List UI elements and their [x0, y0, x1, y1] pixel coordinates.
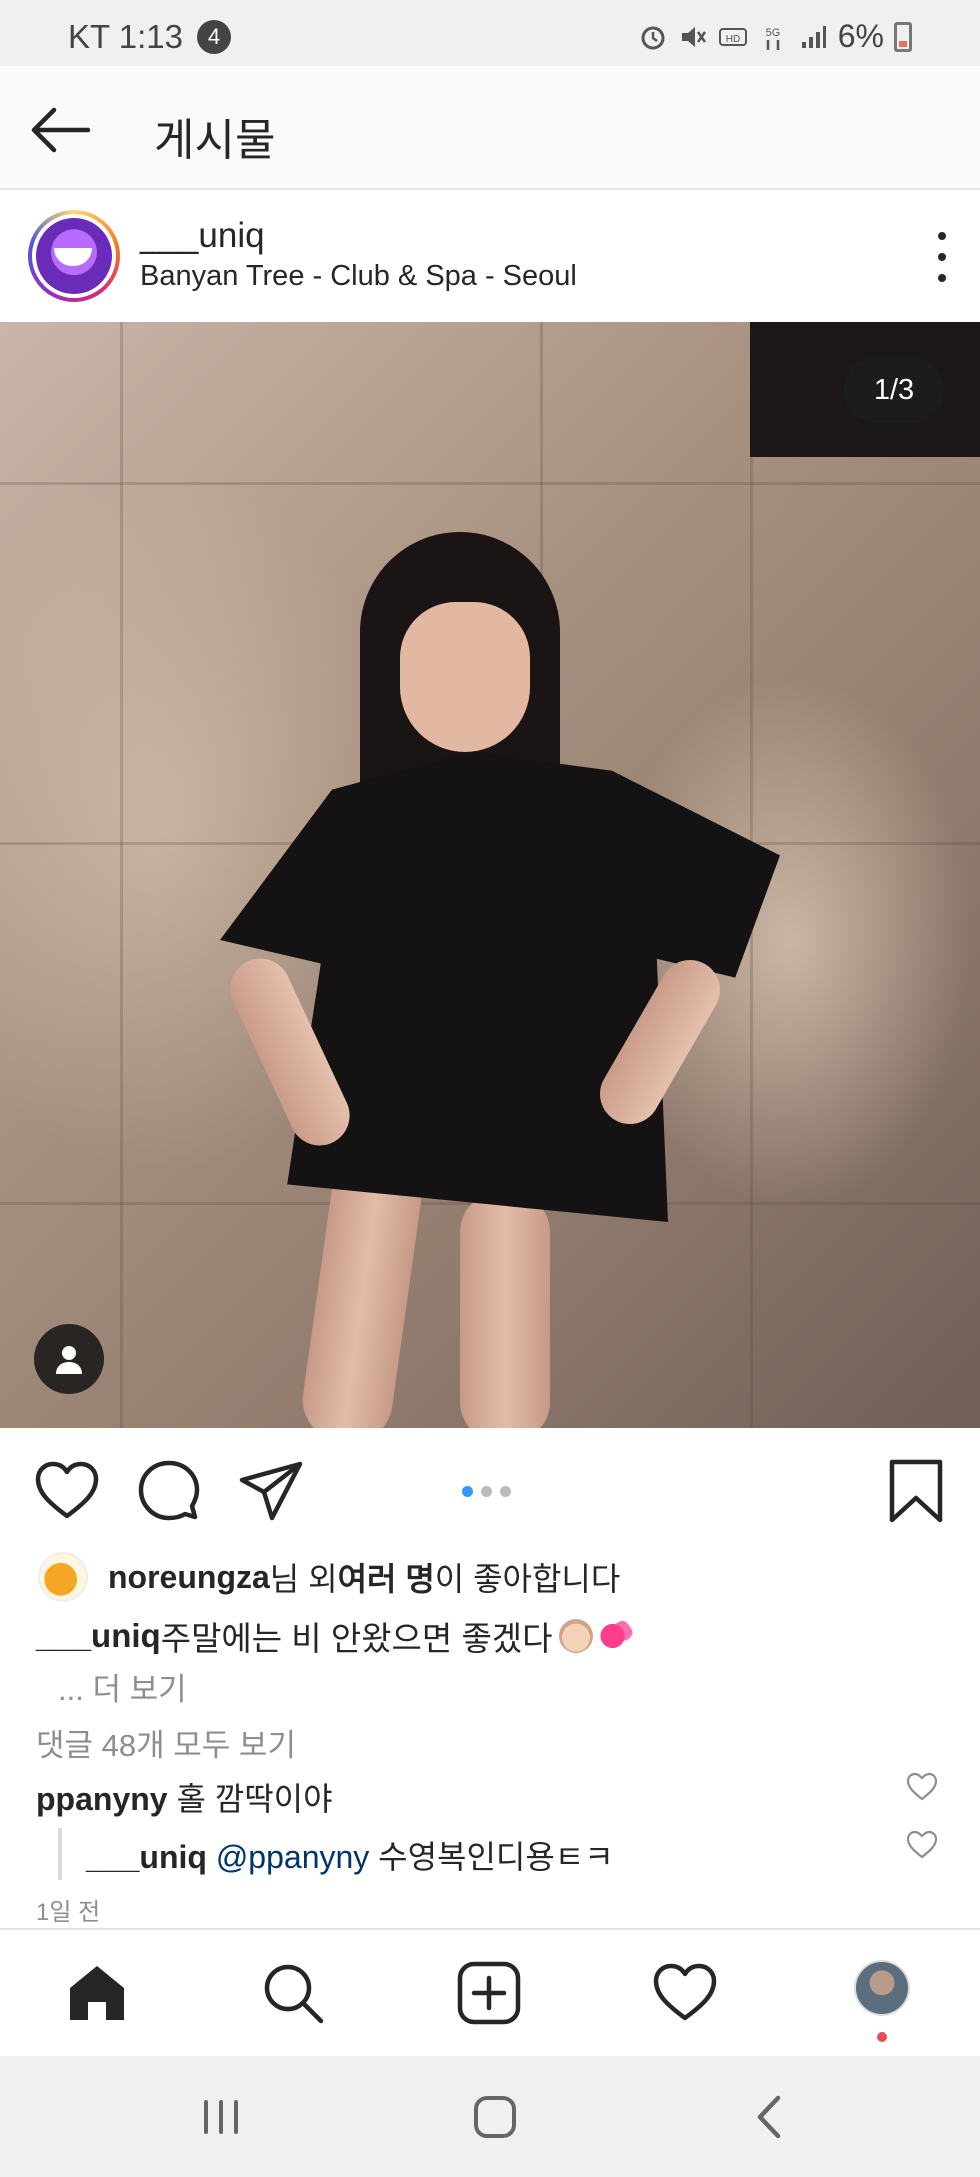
- status-right: HD 5G 6%: [638, 18, 912, 55]
- post-caption: ___uniq 주말에는 비 안왔으면 좋겠다: [36, 1612, 633, 1660]
- system-nav-bar: [0, 2056, 980, 2177]
- app-header: 게시물: [0, 66, 980, 190]
- battery-icon: [894, 21, 912, 52]
- heart-icon[interactable]: [34, 1458, 100, 1524]
- carousel-dot-1: [462, 1486, 473, 1497]
- more-options-icon[interactable]: [932, 232, 952, 282]
- likes-mid-text: 님 외: [269, 1561, 338, 1597]
- arrow-left-icon[interactable]: [28, 102, 92, 158]
- comment-icon[interactable]: [136, 1458, 202, 1524]
- image-counter-badge: 1/3: [844, 357, 944, 423]
- likes-suffix: 이 좋아합니다: [434, 1561, 621, 1597]
- author-avatar[interactable]: [28, 210, 120, 302]
- send-icon[interactable]: [238, 1458, 304, 1524]
- new-post-icon[interactable]: [456, 1960, 522, 2026]
- 5g-icon: 5G: [765, 27, 780, 50]
- reply-username[interactable]: ___uniq: [86, 1839, 207, 1875]
- caption-text: 주말에는 비 안왔으면 좋겠다: [160, 1620, 553, 1657]
- reply-mention[interactable]: @ppanyny: [216, 1839, 369, 1875]
- caption-username[interactable]: ___uniq: [36, 1617, 161, 1655]
- post-header: ___uniq Banyan Tree - Club & Spa - Seoul: [0, 192, 980, 322]
- comment-username[interactable]: ppanyny: [36, 1781, 168, 1817]
- carrier-time: KT 1:13: [68, 18, 183, 55]
- reply-text: 수영복인디용ㅌㅋ: [369, 1839, 614, 1875]
- profile-notification-dot: [877, 2032, 887, 2042]
- page-title: 게시물: [154, 115, 276, 166]
- caption-more-link[interactable]: ... 더 보기: [58, 1664, 187, 1709]
- post-actions: [0, 1428, 980, 1548]
- post-timestamp: 1일 전: [36, 1899, 101, 1926]
- alarm-icon: [641, 26, 665, 49]
- comment-item: ppanyny 홀 깜딱이야: [36, 1774, 333, 1820]
- carousel-indicator: [462, 1486, 511, 1497]
- comment-text: 홀 깜딱이야: [167, 1781, 333, 1817]
- likes-summary[interactable]: noreungza 님 외 여러 명이 좋아합니다: [38, 1552, 620, 1602]
- comment-like-heart-icon[interactable]: [906, 1772, 938, 1802]
- activity-heart-icon[interactable]: [652, 1960, 718, 2026]
- home-icon[interactable]: [64, 1960, 130, 2026]
- recent-apps-icon[interactable]: [196, 2094, 246, 2140]
- system-back-icon[interactable]: [746, 2094, 796, 2140]
- post-image[interactable]: 1/3: [0, 322, 980, 1428]
- author-username[interactable]: ___uniq: [140, 216, 265, 256]
- svg-text:HD: HD: [726, 34, 740, 45]
- user-tag-icon[interactable]: [34, 1324, 104, 1394]
- profile-avatar[interactable]: [854, 1960, 910, 2016]
- post-location[interactable]: Banyan Tree - Club & Spa - Seoul: [140, 260, 577, 293]
- status-bar: KT 1:13 4 HD 5G 6%: [0, 0, 980, 66]
- tongue-logo-icon: [36, 218, 112, 294]
- battery-percent: 6%: [837, 18, 884, 54]
- carousel-dot-2: [481, 1486, 492, 1497]
- status-left: KT 1:13 4: [68, 18, 231, 56]
- reply-like-heart-icon[interactable]: [906, 1830, 938, 1860]
- hd-icon: HD: [718, 27, 747, 46]
- likes-others-link[interactable]: 여러 명: [338, 1554, 435, 1600]
- bottom-nav: [0, 1928, 980, 2056]
- bookmark-icon[interactable]: [888, 1458, 944, 1524]
- svg-text:5G: 5G: [765, 27, 780, 39]
- reply-item: ___uniq @ppanyny 수영복인디용ㅌㅋ: [86, 1832, 614, 1878]
- signal-icon: [801, 25, 826, 48]
- home-button-icon[interactable]: [470, 2094, 520, 2140]
- mute-icon: [681, 26, 706, 47]
- photo-subject: [200, 512, 820, 1428]
- liker-username[interactable]: noreungza: [108, 1559, 270, 1596]
- reply-thread-line: [58, 1828, 62, 1880]
- view-all-comments-link[interactable]: 댓글 48개 모두 보기: [36, 1720, 296, 1765]
- liker-avatar[interactable]: [38, 1552, 88, 1602]
- notification-count-badge: 4: [196, 20, 231, 54]
- carousel-dot-3: [500, 1486, 511, 1497]
- baby-emoji-icon: [558, 1619, 593, 1653]
- search-icon[interactable]: [260, 1960, 326, 2026]
- two-hearts-emoji-icon: [598, 1619, 633, 1653]
